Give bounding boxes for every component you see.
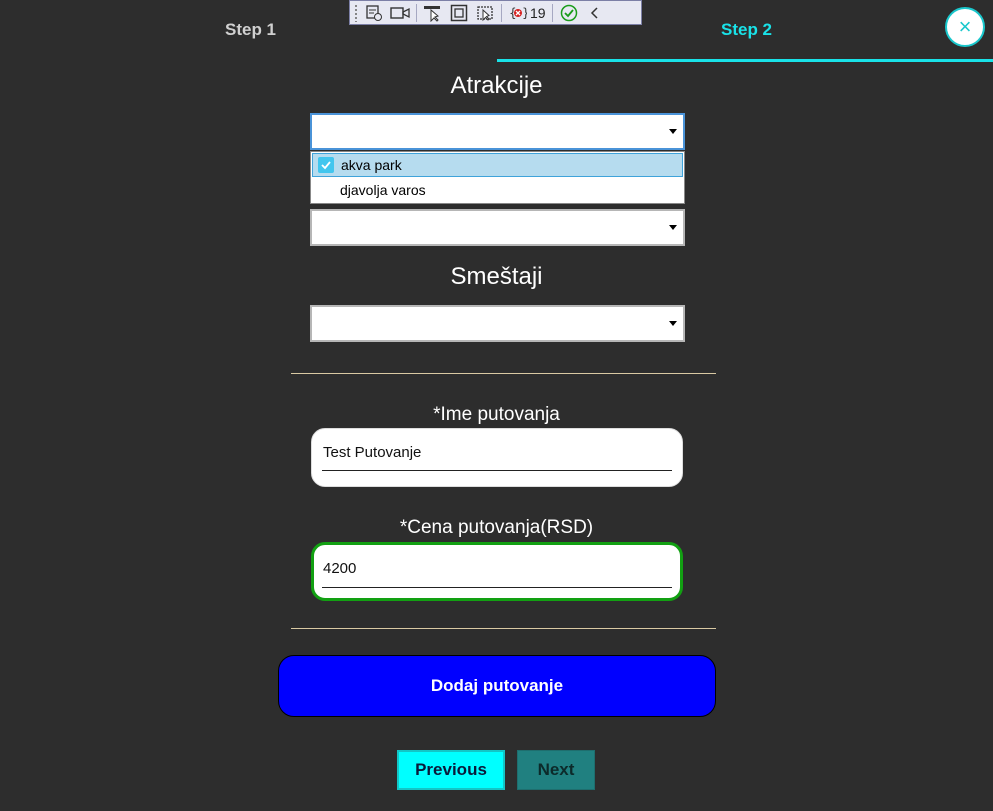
debug-toolbar: {} 19 bbox=[349, 0, 642, 25]
active-tab-indicator bbox=[497, 59, 993, 62]
smestaji-title: Smeštaji bbox=[450, 263, 543, 290]
track-focus-icon[interactable] bbox=[475, 3, 495, 23]
chevron-down-icon bbox=[669, 128, 677, 134]
collapse-icon[interactable] bbox=[585, 3, 605, 23]
pointer-select-icon[interactable] bbox=[423, 3, 443, 23]
ime-putovanja-input[interactable]: Test Putovanje bbox=[311, 428, 683, 487]
ime-putovanja-value: Test Putovanje bbox=[323, 444, 422, 461]
tab-step-2[interactable]: Step 2 bbox=[721, 20, 772, 40]
binding-failures-icon: {} bbox=[508, 3, 528, 23]
tab-step-1[interactable]: Step 1 bbox=[225, 20, 276, 40]
option-label: djavolja varos bbox=[340, 182, 426, 198]
chevron-down-icon bbox=[669, 320, 677, 326]
smestaji-combobox[interactable] bbox=[310, 305, 685, 342]
select-element-icon[interactable] bbox=[364, 3, 384, 23]
cena-putovanja-value: 4200 bbox=[323, 560, 357, 577]
ime-putovanja-label: *Ime putovanja bbox=[433, 404, 560, 425]
close-icon: × bbox=[958, 14, 972, 39]
input-underline bbox=[322, 470, 672, 471]
binding-failures-count: 19 bbox=[530, 4, 546, 21]
option-label: akva park bbox=[341, 157, 402, 173]
atrakcije-title: Atrakcije bbox=[450, 72, 543, 99]
frame-icon[interactable] bbox=[449, 3, 469, 23]
dropdown-option-djavolja-varos[interactable]: djavolja varos bbox=[312, 178, 683, 202]
checkbox-checked-icon[interactable] bbox=[318, 157, 334, 173]
toolbar-grip-icon[interactable] bbox=[354, 3, 358, 22]
previous-button[interactable]: Previous bbox=[397, 750, 505, 790]
toolbar-separator bbox=[501, 3, 502, 22]
second-combobox[interactable] bbox=[310, 209, 685, 246]
svg-text:}: } bbox=[522, 6, 527, 20]
video-icon[interactable] bbox=[390, 3, 410, 23]
binding-failures-counter[interactable]: {} 19 bbox=[508, 3, 546, 23]
check-icon[interactable] bbox=[559, 3, 579, 23]
input-underline bbox=[322, 587, 672, 588]
cena-putovanja-input[interactable]: 4200 bbox=[311, 542, 683, 601]
divider bbox=[291, 628, 716, 629]
dropdown-option-akva-park[interactable]: akva park bbox=[312, 153, 683, 177]
next-button[interactable]: Next bbox=[517, 750, 595, 790]
chevron-down-icon bbox=[669, 224, 677, 230]
toolbar-separator bbox=[416, 3, 417, 22]
cena-putovanja-label: *Cena putovanja(RSD) bbox=[399, 517, 594, 538]
atrakcije-combobox[interactable] bbox=[310, 113, 685, 150]
close-button[interactable]: × bbox=[945, 7, 985, 47]
dodaj-putovanje-button[interactable]: Dodaj putovanje bbox=[278, 655, 716, 717]
atrakcije-dropdown: akva park djavolja varos bbox=[310, 151, 685, 204]
toolbar-separator bbox=[551, 3, 553, 22]
divider bbox=[291, 373, 716, 374]
